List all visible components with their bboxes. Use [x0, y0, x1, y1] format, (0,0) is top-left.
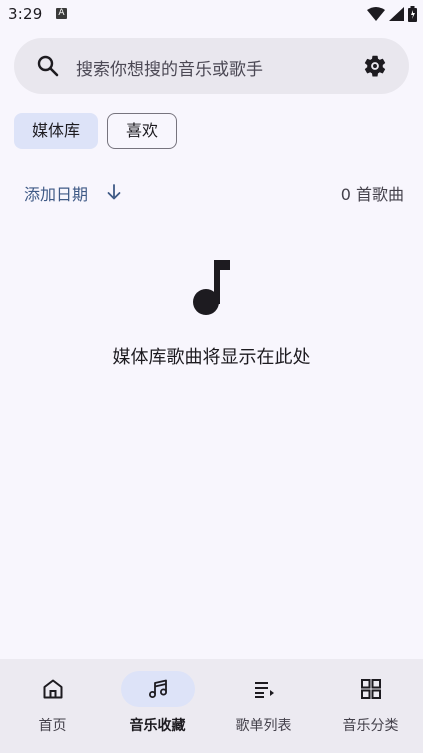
search-bar[interactable]: 搜索你想搜的音乐或歌手: [14, 38, 409, 94]
status-time: 3:29: [8, 5, 43, 23]
battery-icon: [408, 6, 417, 22]
nav-indicator: [16, 671, 90, 707]
chip-favorites[interactable]: 喜欢: [107, 113, 178, 149]
grid-icon: [360, 679, 381, 699]
nav-label: 首页: [38, 718, 67, 734]
home-icon: [43, 679, 62, 699]
music-notes-icon: [148, 679, 167, 698]
wifi-icon: [367, 7, 385, 21]
status-icons: [367, 6, 417, 22]
nav-item-playlists[interactable]: 歌单列表: [211, 659, 316, 753]
nav-item-categories[interactable]: 音乐分类: [318, 659, 423, 753]
chip-library[interactable]: 媒体库: [14, 113, 99, 149]
nav-label: 音乐收藏: [129, 718, 186, 734]
status-bar: 3:29 A: [0, 0, 423, 30]
arrow-down-icon[interactable]: [106, 183, 122, 201]
nav-indicator: [120, 671, 195, 707]
nav-label: 音乐分类: [342, 718, 399, 734]
empty-state-message: 媒体库歌曲将显示在此处: [112, 347, 311, 368]
signal-icon: [389, 7, 404, 21]
song-count: 0 首歌曲: [340, 185, 404, 204]
bottom-navigation: 首页 音乐收藏 歌单列表 音乐分类: [0, 659, 423, 753]
filter-chips: 媒体库 喜欢: [14, 113, 178, 149]
search-input[interactable]: 搜索你想搜的音乐或歌手: [76, 55, 263, 80]
playlist-icon: [254, 682, 274, 698]
sort-row: 添加日期 0 首歌曲: [24, 181, 404, 205]
notification-badge: A: [56, 8, 67, 19]
nav-item-home[interactable]: 首页: [0, 659, 105, 753]
settings-icon[interactable]: [362, 53, 388, 79]
sort-by-button[interactable]: 添加日期: [24, 181, 88, 205]
nav-label: 歌单列表: [235, 718, 292, 734]
music-note-icon: [193, 260, 230, 315]
nav-item-music-collection[interactable]: 音乐收藏: [105, 659, 210, 753]
nav-indicator: [227, 671, 301, 707]
search-icon: [37, 55, 59, 77]
nav-indicator: [334, 671, 408, 707]
